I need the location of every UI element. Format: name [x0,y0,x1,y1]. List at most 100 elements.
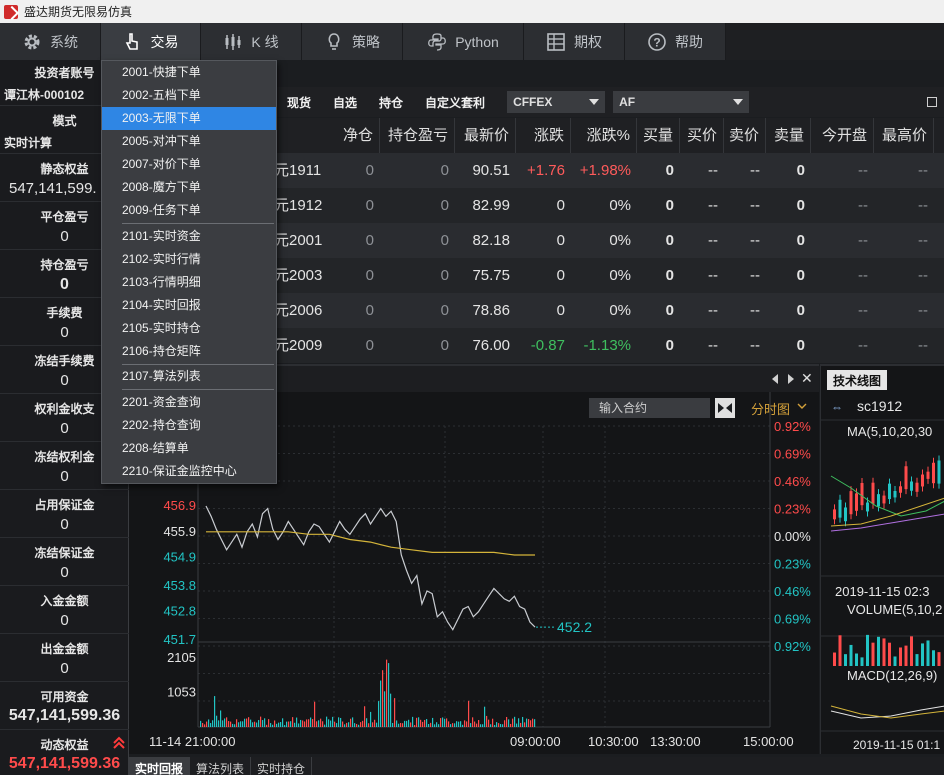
volume-bar [386,659,388,727]
menu-item-2102[interactable]: 2102-实时行情 [102,248,276,271]
menu-trade[interactable]: 交易 [101,23,201,60]
cell-bidv: 0 [665,197,674,214]
price-tick-label: 451.7 [163,632,196,647]
frozen-margin-label: 冻结保证金 [34,546,95,560]
menu-item-2105[interactable]: 2105-实时持仓 [102,317,276,340]
col-bid[interactable]: 买价 [680,118,724,153]
cell-chg: +1.76 [527,162,565,179]
volume-bar [310,717,312,727]
menu-item-2107[interactable]: 2107-算法列表 [102,365,276,388]
menu-item-2002[interactable]: 2002-五档下单 [102,84,276,107]
col-pnl[interactable]: 持仓盈亏 [380,118,455,153]
cell-name: 元1912 [274,197,323,214]
product-select[interactable]: AF [613,91,750,113]
time-tick-label: 10:30:00 [588,734,639,749]
volume-bar [280,722,282,727]
menu-item-2202[interactable]: 2202-持仓查询 [102,414,276,437]
volume-bar [452,723,454,727]
menu-kline[interactable]: K 线 [201,23,302,60]
tech-volume-bar [937,652,941,666]
cell-ask: -- [750,337,760,354]
window-restore-icon[interactable] [927,97,938,107]
volume-bar [240,721,242,727]
volume-bar [508,719,510,727]
col-change[interactable]: 涨跌 [516,118,571,153]
col-change-pct[interactable]: 涨跌% [571,118,637,153]
tab-positions[interactable]: 持仓 [379,94,403,111]
double-chevron-up-icon[interactable] [112,736,126,750]
time-tick-label: 13:30:00 [650,734,701,749]
menu-item-2007[interactable]: 2007-对价下单 [102,153,276,176]
volume-bar [528,719,530,727]
menu-item-2101[interactable]: 2101-实时资金 [102,225,276,248]
tab-prev-icon[interactable] [772,374,778,384]
menu-system[interactable]: 系统 [0,23,101,60]
volume-bar [408,719,410,727]
candle-body [904,466,908,490]
menu-item-2208[interactable]: 2208-结算单 [102,437,276,460]
volume-bar [486,715,488,727]
volume-bar [204,724,206,727]
col-bid-vol[interactable]: 买量 [637,118,680,153]
dynamic-equity-label: 动态权益 [40,738,89,752]
tab-realtime-positions[interactable]: 实时持仓 [251,757,313,775]
volume-bar [442,717,444,727]
menu-item-2001[interactable]: 2001-快捷下单 [102,61,276,84]
menu-item-2106[interactable]: 2106-持仓矩阵 [102,340,276,363]
volume-bar [266,724,268,727]
volume-bar [522,716,524,727]
menu-item-2201[interactable]: 2201-资金查询 [102,391,276,414]
col-open[interactable]: 今开盘 [811,118,874,153]
col-last[interactable]: 最新价 [455,118,516,153]
menu-item-2008[interactable]: 2008-魔方下单 [102,176,276,199]
menu-item-2104[interactable]: 2104-实时回报 [102,294,276,317]
volume-bar [402,723,404,727]
technical-chart[interactable] [821,366,944,756]
cell-bid: -- [708,337,718,354]
col-ask-vol[interactable]: 卖量 [766,118,811,153]
tab-next-icon[interactable] [788,374,794,384]
cell-chg: 0 [556,197,565,214]
cell-net: 0 [365,232,374,249]
tab-custom-arbitrage[interactable]: 自定义套利 [425,94,485,111]
col-net[interactable]: 净仓 [333,118,380,153]
col-high[interactable]: 最高价 [874,118,934,153]
svg-text:?: ? [653,35,660,49]
menu-item-2009[interactable]: 2009-任务下单 [102,199,276,222]
menu-item-2005[interactable]: 2005-对冲下单 [102,130,276,153]
volume-bar [220,710,222,727]
divider [0,489,129,490]
last-price-label: 452.2 [557,619,592,635]
cell-bid: -- [708,267,718,284]
volume-bar [432,717,434,727]
menu-item-2210[interactable]: 2210-保证金监控中心 [102,460,276,483]
menu-strategy[interactable]: 策略 [302,23,403,60]
menu-options[interactable]: 期权 [524,23,625,60]
pct-tick-label: 0.00% [774,529,811,544]
price-tick-label: 454.9 [163,550,196,565]
menu-python[interactable]: Python [403,23,524,60]
cell-last: 82.18 [472,232,510,249]
tab-spot[interactable]: 现货 [287,94,311,111]
menu-item-2003[interactable]: 2003-无限下单 [102,107,276,130]
volume-bar [464,720,466,727]
volume-bar [494,724,496,727]
cell-pnl: 0 [440,232,449,249]
menu-help[interactable]: ? 帮助 [625,23,726,60]
tech-volume-bar [899,647,902,666]
menu-divider [122,389,274,390]
col-ask[interactable]: 卖价 [724,118,766,153]
volume-bar [418,717,420,727]
cell-pct: 0% [609,267,631,284]
pct-tick-label: 0.92% [774,639,811,654]
tab-algo-list[interactable]: 算法列表 [190,757,252,775]
deposit-label: 入金金额 [40,594,89,608]
menu-item-2103[interactable]: 2103-行情明细 [102,271,276,294]
time-tick-label: 11-14 21:00:00 [149,734,236,749]
volume-bar [206,721,208,727]
volume-bar [326,716,328,727]
close-icon[interactable]: ✕ [801,370,813,387]
tab-watchlist[interactable]: 自选 [333,94,357,111]
exchange-select[interactable]: CFFEX [507,91,606,113]
tab-realtime-returns[interactable]: 实时回报 [129,757,191,775]
